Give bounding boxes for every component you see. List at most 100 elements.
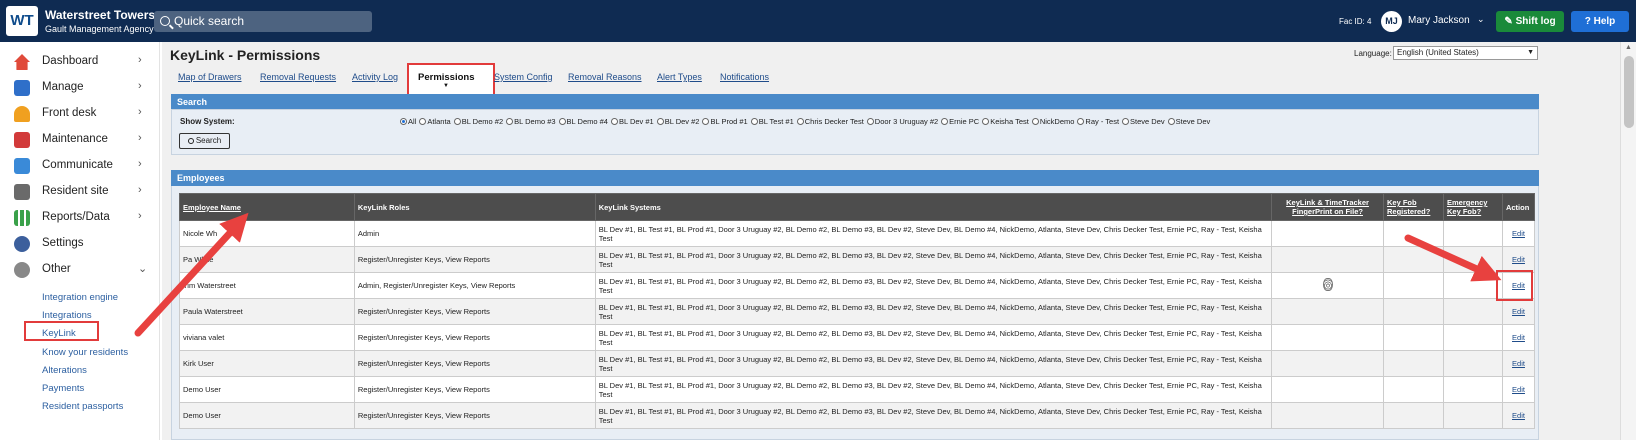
system-radio-option[interactable]: NickDemo [1031,117,1074,126]
system-radio-option[interactable]: BL Prod #1 [702,117,748,126]
edit-link[interactable]: Edit [1501,376,1536,403]
edit-link[interactable]: Edit [1501,324,1536,351]
sidebar-item-other[interactable]: Other ⌄ [0,258,160,282]
radio-button[interactable] [866,118,874,125]
property-name: Waterstreet Towers [45,8,156,22]
system-radio-option[interactable]: BL Demo #4 [558,117,608,126]
sidebar-subitem-integrations[interactable]: Integrations [42,310,92,321]
system-radio-option[interactable]: BL Test #1 [750,117,794,126]
language-select[interactable]: English (United States) ▼ [1393,46,1538,60]
system-radio-option[interactable]: Door 3 Uruguay #2 [866,117,939,126]
sidebar-item-manage[interactable]: Manage › [0,76,160,100]
radio-label: Door 3 Uruguay #2 [874,117,939,126]
user-name[interactable]: Mary Jackson [1408,15,1470,26]
help-button[interactable]: ? Help [1571,11,1629,32]
edit-link[interactable]: Edit [1501,402,1536,429]
radio-button[interactable] [419,118,427,125]
chevron-right-icon: › [138,80,142,92]
tab-system-config[interactable]: System Config [494,72,553,82]
sidebar-item-dashboard[interactable]: Dashboard › [0,50,160,74]
sidebar-subitem-know-your-residents[interactable]: Know your residents [42,347,128,358]
table-row: Tim Waterstreet Admin, Register/Unregiste… [179,272,1536,299]
caret-down-icon: ▼ [443,83,449,89]
system-radio-option[interactable]: All [400,117,416,126]
system-radio-option[interactable]: BL Dev #2 [656,117,699,126]
edit-link[interactable]: Edit [1501,298,1536,325]
quick-search-input[interactable]: Quick search [154,11,372,32]
edit-link[interactable]: Edit [1501,350,1536,377]
avatar[interactable]: MJ [1381,11,1402,32]
system-radio-option[interactable]: Chris Decker Test [796,117,864,126]
system-radio-option[interactable]: Steve Dev [1167,117,1210,126]
system-radio-option[interactable]: BL Demo #2 [453,117,503,126]
radio-label: Keisha Test [990,117,1029,126]
tab-removal-requests[interactable]: Removal Requests [260,72,336,82]
tab-removal-reasons[interactable]: Removal Reasons [568,72,642,82]
sidebar-item-reports-data[interactable]: Reports/Data › [0,206,160,230]
system-radio-option[interactable]: Ernie PC [941,117,979,126]
fingerprint-cell [1271,324,1384,351]
sidebar-item-label: Front desk [42,107,97,119]
column-header-employee-name[interactable]: Employee Name [179,193,355,221]
column-header-emergency-key-fob[interactable]: Emergency Key Fob? [1442,193,1503,221]
radio-button[interactable] [750,118,758,125]
roles-cell: Register/Unregister Keys, View Reports [353,298,596,325]
column-header-fingerprint[interactable]: KeyLink & TimeTracker FingerPrint on Fil… [1271,193,1384,221]
scrollbar-thumb[interactable] [1624,56,1634,128]
radio-button[interactable] [400,118,407,125]
sidebar-item-resident-site[interactable]: Resident site › [0,180,160,204]
tab-alert-types[interactable]: Alert Types [657,72,702,82]
search-button[interactable]: Search [179,133,230,149]
vertical-scrollbar[interactable]: ▲ [1620,42,1636,440]
sidebar-subitem-resident-passports[interactable]: Resident passports [42,401,123,412]
sidebar-subitem-keylink[interactable]: KeyLink [42,328,76,339]
system-radio-option[interactable]: BL Dev #1 [610,117,654,126]
search-button-label: Search [195,136,222,145]
column-header-roles: KeyLink Roles [353,193,596,221]
system-radio-option[interactable]: Atlanta [419,117,451,126]
monitor-icon [14,184,30,200]
edit-link[interactable]: Edit [1501,220,1536,247]
shift-log-button[interactable]: ✎ Shift log [1496,11,1564,32]
employee-name-cell: Kirk User [179,350,355,377]
logo[interactable]: WT [6,6,38,36]
employees-table-body: Nicole Wh Admin BL Dev #1, BL Test #1, BL … [179,220,1536,429]
sidebar-item-communicate[interactable]: Communicate › [0,154,160,178]
sidebar-item-settings[interactable]: Settings [0,232,160,256]
chevron-down-icon[interactable]: ⌄ [1477,14,1485,25]
system-radio-option[interactable]: Steve Dev [1122,117,1165,126]
employee-name-cell: viviana valet [179,324,355,351]
sidebar-item-front-desk[interactable]: Front desk › [0,102,160,126]
radio-button[interactable] [1031,118,1039,125]
radio-button[interactable] [702,118,710,125]
radio-button[interactable] [558,118,566,125]
sidebar-subitem-integration-engine[interactable]: Integration engine [42,292,118,303]
radio-button[interactable] [1167,118,1175,125]
radio-button[interactable] [941,118,949,125]
more-icon [14,262,30,278]
edit-link[interactable]: Edit [1501,246,1536,273]
system-radio-option[interactable]: BL Demo #3 [506,117,556,126]
tab-activity-log[interactable]: Activity Log [352,72,398,82]
system-radio-option[interactable]: Ray - Test [1077,117,1119,126]
sidebar-subitem-alterations[interactable]: Alterations [42,365,87,376]
radio-button[interactable] [506,118,514,125]
radio-button[interactable] [982,118,990,125]
sidebar-subitem-payments[interactable]: Payments [42,383,84,394]
radio-button[interactable] [796,118,804,125]
system-radio-option[interactable]: Keisha Test [982,117,1029,126]
tab-notifications[interactable]: Notifications [720,72,769,82]
radio-button[interactable] [656,118,664,125]
radio-button[interactable] [1122,118,1130,125]
roles-cell: Register/Unregister Keys, View Reports [353,402,596,429]
scroll-up-arrow-icon[interactable]: ▲ [1625,44,1632,51]
top-bar: WT Waterstreet Towers Gault Management A… [0,0,1636,42]
radio-button[interactable] [610,118,618,125]
radio-button[interactable] [1077,118,1085,125]
tab-map-of-drawers[interactable]: Map of Drawers [178,72,242,82]
radio-label: Atlanta [427,117,451,126]
column-header-key-fob[interactable]: Key Fob Registered? [1383,193,1444,221]
roles-cell: Admin [353,220,596,247]
sidebar-item-maintenance[interactable]: Maintenance › [0,128,160,152]
radio-button[interactable] [453,118,461,125]
